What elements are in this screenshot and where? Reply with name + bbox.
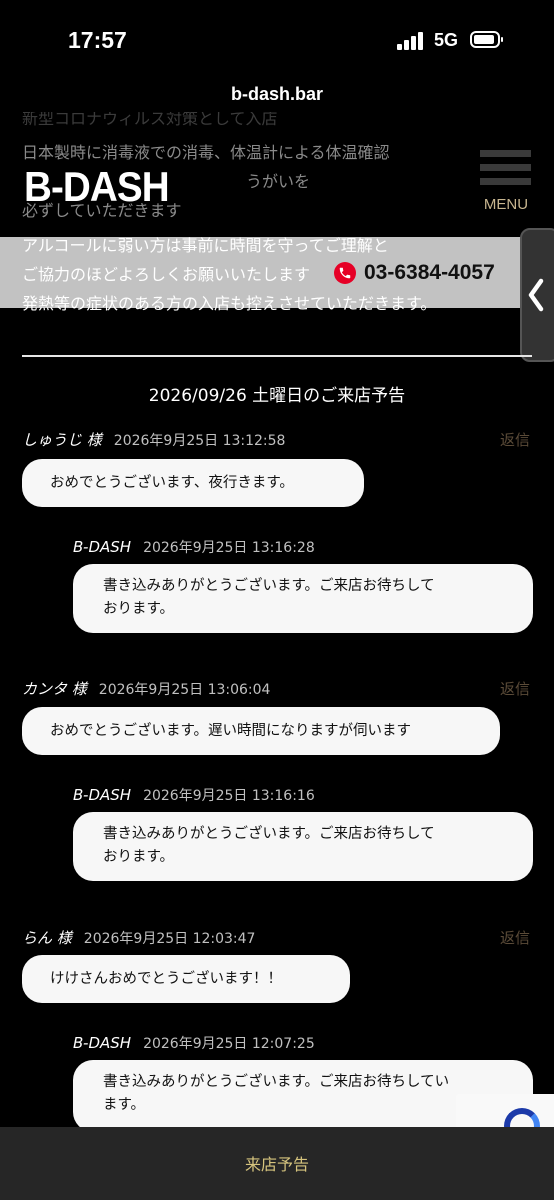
chevron-left-icon (528, 278, 544, 312)
post-author: カンタ 様 (22, 680, 87, 698)
post-meta: カンタ 様 2026年9月25日 13:06:04 (22, 678, 270, 700)
reply-button[interactable]: 返信 (500, 927, 530, 949)
response-meta: B-DASH 2026年9月25日 12:07:25 (73, 1032, 315, 1054)
post-author: らん 様 (22, 929, 72, 947)
response-line: ます。 (103, 1097, 146, 1113)
response-message: 書き込みありがとうございます。ご来店お待ちして おります。 (73, 564, 533, 633)
response-line: おります。 (103, 849, 175, 865)
phone-link[interactable]: 03-6384-4057 (334, 261, 495, 285)
bottom-nav-label: 来店予告 (244, 1155, 309, 1174)
phone-number: 03-6384-4057 (364, 261, 495, 284)
response-line: 書き込みありがとうございます。ご来店お待ちして (103, 826, 435, 842)
hamburger-icon (480, 164, 531, 171)
response-time: 2026年9月25日 12:07:25 (143, 1036, 315, 1052)
notice-line: 発熱等の症状のある方の入店も控えさせていただきます。 (22, 294, 437, 313)
response-meta: B-DASH 2026年9月25日 13:16:16 (73, 784, 315, 806)
response-meta: B-DASH 2026年9月25日 13:16:28 (73, 536, 315, 558)
post-message: おめでとうございます。遅い時間になりますが伺います (22, 707, 500, 755)
post-time: 2026年9月25日 13:06:04 (98, 682, 271, 698)
bottom-nav[interactable]: 来店予告 (0, 1127, 554, 1200)
response-author: B-DASH (73, 538, 132, 556)
menu-button[interactable]: MENU (478, 150, 534, 220)
status-bar: 17:57 5G (0, 0, 554, 80)
reply-button[interactable]: 返信 (500, 429, 530, 451)
url-bar[interactable]: b-dash.bar (0, 84, 554, 105)
response-time: 2026年9月25日 13:16:16 (143, 788, 315, 804)
post-meta: らん 様 2026年9月25日 12:03:47 (22, 927, 255, 949)
post-time: 2026年9月25日 13:12:58 (113, 433, 286, 449)
divider (22, 355, 532, 357)
status-time: 17:57 (68, 27, 127, 53)
site-logo[interactable]: B-DASH (24, 163, 170, 211)
notice-line: 新型コロナウィルス対策として入店 (22, 112, 278, 128)
notice-line: アルコールに弱い方は事前に時間を守ってご理解と (22, 236, 389, 255)
network-type: 5G (434, 30, 459, 50)
post-message: おめでとうございます、夜行きます。 (22, 459, 364, 507)
reply-button[interactable]: 返信 (500, 678, 530, 700)
response-time: 2026年9月25日 13:16:28 (143, 540, 315, 556)
post-time: 2026年9月25日 12:03:47 (83, 931, 256, 947)
response-author: B-DASH (73, 786, 132, 804)
post-author: しゅうじ 様 (22, 431, 102, 449)
menu-label: MENU (483, 196, 529, 213)
signal-icon (397, 32, 427, 50)
response-author: B-DASH (73, 1034, 132, 1052)
battery-icon (470, 31, 503, 48)
post-message: けけさんおめでとうございます！！ (22, 955, 350, 1003)
response-line: 書き込みありがとうございます。ご来店お待ちしてい (103, 1074, 450, 1090)
side-drawer-tab[interactable] (520, 228, 554, 362)
phone-icon (334, 262, 356, 284)
page-title: 2026/09/26 土曜日のご来店予告 (148, 386, 406, 406)
hamburger-icon (480, 150, 531, 157)
response-message: 書き込みありがとうございます。ご来店お待ちして おります。 (73, 812, 533, 881)
hamburger-icon (480, 178, 531, 185)
post-meta: しゅうじ 様 2026年9月25日 13:12:58 (22, 429, 285, 451)
response-line: おります。 (103, 601, 175, 617)
response-line: 書き込みありがとうございます。ご来店お待ちして (103, 578, 435, 594)
